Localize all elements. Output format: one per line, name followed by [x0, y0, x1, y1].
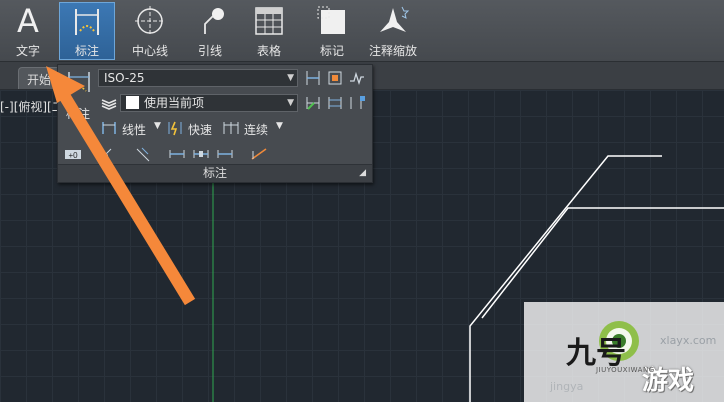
cad-window: A 文字 标注 中心线 引线 表格 标记 注释缩放 开始 [-][俯视][二 I… — [0, 0, 724, 402]
watermark-faint-text: jingya — [550, 380, 584, 393]
arrow-shaft — [56, 88, 196, 306]
watermark-domain: xlayx.com — [660, 334, 717, 347]
arrow-head — [46, 66, 85, 103]
watermark-pinyin: JIUYOUXIWANG — [596, 366, 655, 374]
